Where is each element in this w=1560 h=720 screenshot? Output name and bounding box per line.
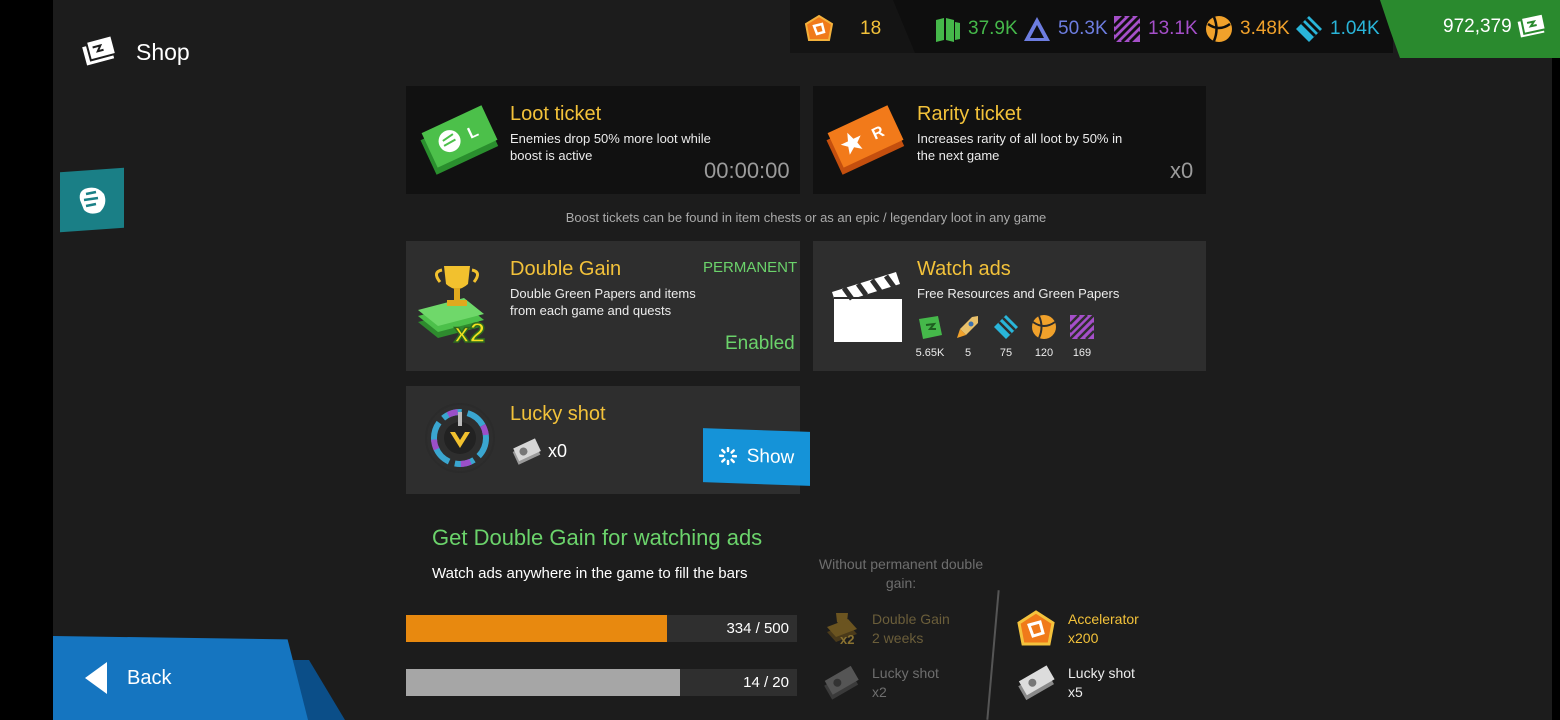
watch-ads-desc: Free Resources and Green Papers xyxy=(917,286,1120,301)
locked-reward-lucky-shot: Lucky shot x2 xyxy=(822,664,939,702)
ad-reward-orange-value: 120 xyxy=(1034,347,1054,359)
triangle-resource-icon xyxy=(1024,17,1050,41)
svg-text:x2: x2 xyxy=(454,317,485,348)
lucky-wheel-icon xyxy=(425,403,495,473)
boost-tickets-note: Boost tickets can be found in item chest… xyxy=(565,210,1047,225)
double-gain-cash-icon: x2 xyxy=(827,613,857,647)
watch-ads-title: Watch ads xyxy=(917,258,1011,280)
rewards-divider xyxy=(986,590,1000,720)
back-button-label: Back xyxy=(127,666,172,689)
lucky-shot-title: Lucky shot xyxy=(510,403,606,425)
purple-stripes-icon xyxy=(1069,314,1095,340)
cash-ticket-icon xyxy=(1517,12,1547,38)
progress-bar-lucky-shot-fill xyxy=(406,669,680,696)
double-gain-ads-title: Get Double Gain for watching ads xyxy=(432,525,763,550)
locked-reward-lucky-shot-name: Lucky shot xyxy=(872,665,939,681)
reward-lucky-shot-amount: x5 xyxy=(1068,684,1083,700)
resource-orange: 3.48K xyxy=(1204,14,1290,44)
orange-ball-icon xyxy=(1206,16,1232,42)
accelerator-ticket-icon xyxy=(804,14,834,41)
reward-accelerator-name: Accelerator xyxy=(1068,611,1139,627)
cyan-diamond-icon xyxy=(1296,16,1322,42)
resource-triangle: 50.3K xyxy=(1022,14,1108,44)
purple-stripes-icon xyxy=(1112,14,1142,44)
reward-lucky-shot: Lucky shot x5 xyxy=(1016,664,1135,702)
progress-bar-lucky-shot-text: 14 / 20 xyxy=(743,674,789,691)
ad-reward-purple: 169 xyxy=(1069,313,1095,359)
loot-ticket-title: Loot ticket xyxy=(510,103,602,125)
clapperboard-icon xyxy=(832,272,902,342)
double-gain-ads-subtitle: Watch ads anywhere in the game to fill t… xyxy=(432,565,748,582)
progress-bar-lucky-shot: 14 / 20 xyxy=(406,669,797,696)
resource-cyan: 1.04K xyxy=(1294,14,1380,44)
progress-bar-accelerator-fill xyxy=(406,615,668,642)
cyan-value: 1.04K xyxy=(1330,18,1380,39)
loading-spinner-icon xyxy=(718,446,737,466)
lucky-ticket-icon xyxy=(1018,665,1055,701)
accelerator-ticket-icon xyxy=(1017,610,1055,646)
back-arrow-icon xyxy=(85,662,107,694)
progress-bar-accelerator: 334 / 500 xyxy=(406,615,797,642)
shop-ticket-icon xyxy=(82,34,118,66)
lucky-ticket-icon xyxy=(824,665,859,700)
green-papers-icon xyxy=(936,18,960,42)
rarity-ticket-icon: R xyxy=(826,105,905,175)
locked-reward-double-gain-name: Double Gain xyxy=(872,611,950,627)
locked-reward-double-gain: x2 Double Gain 2 weeks xyxy=(824,610,950,648)
ad-reward-orange: 120 xyxy=(1032,313,1056,359)
ticket-counter: 18 xyxy=(804,14,881,44)
ad-reward-green-papers: 5.65K xyxy=(915,313,945,359)
double-gain-desc: Double Green Papers and items from each … xyxy=(510,286,696,318)
reward-lucky-shot-name: Lucky shot xyxy=(1068,665,1135,681)
back-button[interactable]: Back xyxy=(53,636,308,720)
double-gain-status: Enabled xyxy=(725,333,795,354)
left-screen-edge xyxy=(0,0,53,720)
svg-text:x2: x2 xyxy=(840,632,854,647)
ad-reward-cyan-value: 75 xyxy=(999,347,1013,359)
cash-value: 972,379 xyxy=(1443,16,1512,37)
page-title: Shop xyxy=(80,34,190,70)
rarity-ticket-desc: Increases rarity of all loot by 50% in t… xyxy=(917,131,1123,163)
right-screen-edge xyxy=(1552,0,1560,720)
lucky-shot-count: x0 xyxy=(548,441,568,461)
ad-reward-purple-value: 169 xyxy=(1072,347,1092,359)
loot-ticket-icon: L xyxy=(420,105,499,175)
green-papers-icon xyxy=(919,316,942,339)
orange-ball-icon xyxy=(1032,315,1056,339)
triangle-value: 50.3K xyxy=(1058,18,1108,39)
show-ad-button[interactable]: Show xyxy=(703,428,810,486)
resource-purple: 13.1K xyxy=(1112,14,1198,44)
page-title-label: Shop xyxy=(136,38,190,65)
loot-ticket-desc: Enemies drop 50% more loot while boost i… xyxy=(510,131,711,163)
loot-ticket-timer: 00:00:00 xyxy=(704,158,790,183)
ad-reward-rocket-value: 5 xyxy=(964,347,972,359)
ad-reward-rocket: 5 xyxy=(956,313,980,359)
purple-value: 13.1K xyxy=(1148,18,1198,39)
trophy-cash-icon: x2 xyxy=(418,266,486,349)
permanent-badge: PERMANENT xyxy=(703,259,798,276)
green-papers-value: 37.9K xyxy=(968,18,1018,39)
progress-bar-accelerator-text: 334 / 500 xyxy=(726,620,789,637)
without-permanent-label: Without permanent double gain: xyxy=(818,556,984,591)
cyan-diamond-icon xyxy=(994,315,1018,339)
ad-reward-cyan: 75 xyxy=(994,313,1018,359)
resource-green-papers: 37.9K xyxy=(932,14,1018,44)
rarity-ticket-count: x0 xyxy=(1170,158,1194,183)
orange-value: 3.48K xyxy=(1240,18,1290,39)
show-ad-button-label: Show xyxy=(746,445,795,469)
rocket-icon xyxy=(957,316,978,338)
fist-icon xyxy=(79,187,106,214)
lucky-ticket-icon xyxy=(512,438,541,465)
locked-reward-lucky-shot-amount: x2 xyxy=(872,684,887,700)
ticket-count: 18 xyxy=(860,18,882,39)
locked-reward-double-gain-amount: 2 weeks xyxy=(872,630,924,646)
reward-accelerator-amount: x200 xyxy=(1068,630,1099,646)
reward-accelerator: Accelerator x200 xyxy=(1016,609,1139,649)
double-gain-title: Double Gain xyxy=(510,258,622,280)
ad-reward-green-papers-value: 5.65K xyxy=(915,347,945,359)
ad-rewards-list: 5.65K 5 75 120 169 xyxy=(915,313,1095,359)
rarity-ticket-title: Rarity ticket xyxy=(917,103,1022,125)
